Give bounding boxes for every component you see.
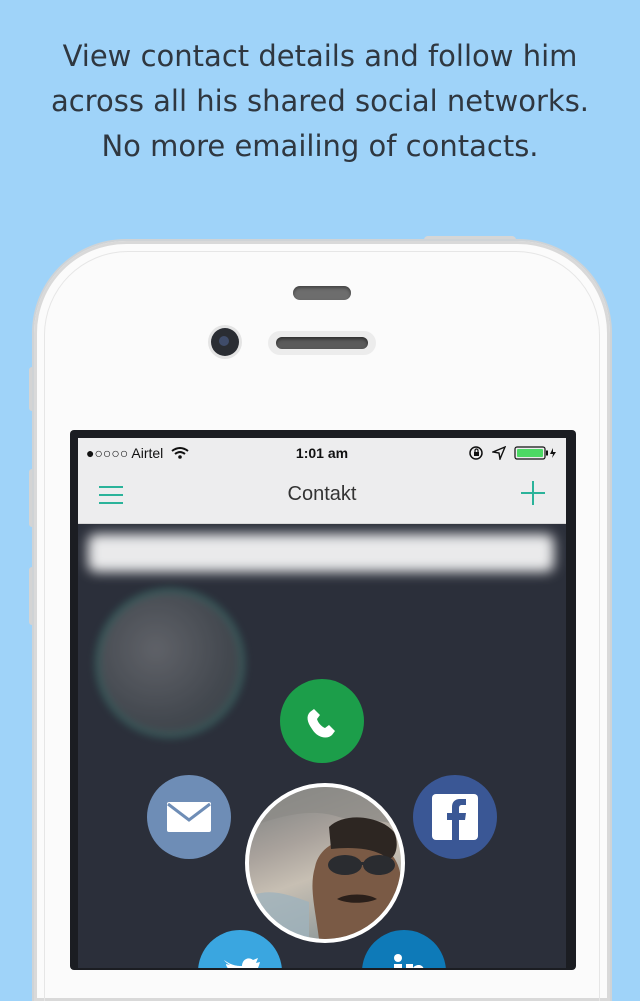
linkedin-button[interactable] — [362, 930, 446, 968]
twitter-button[interactable] — [198, 930, 282, 968]
nav-title: Contakt — [287, 483, 357, 505]
blurred-avatar — [100, 593, 240, 733]
caption-line-3: No more emailing of contacts. — [101, 129, 539, 163]
location-icon — [488, 445, 510, 462]
blurred-contact-bar — [88, 534, 554, 572]
earpiece-speaker — [268, 331, 376, 355]
rotation-lock-icon — [468, 445, 488, 461]
app-screen: ●○○○○ Airtel 1:01 am Contakt — [78, 438, 566, 968]
caption-line-1: View contact details and follow him — [62, 39, 578, 73]
call-button[interactable] — [280, 679, 364, 763]
avatar — [249, 787, 401, 939]
caption-line-2: across all his shared social networks. — [50, 84, 590, 118]
battery-icon — [510, 445, 558, 461]
status-bar: ●○○○○ Airtel 1:01 am — [78, 438, 566, 468]
navigation-bar: Contakt — [78, 468, 566, 524]
mail-button[interactable] — [147, 775, 231, 859]
proximity-sensor — [293, 286, 351, 300]
front-camera — [211, 328, 239, 356]
contact-profile-photo[interactable] — [245, 783, 405, 943]
plus-icon[interactable] — [520, 480, 546, 510]
promo-caption: View contact details and follow him acro… — [0, 34, 640, 169]
facebook-button[interactable] — [413, 775, 497, 859]
